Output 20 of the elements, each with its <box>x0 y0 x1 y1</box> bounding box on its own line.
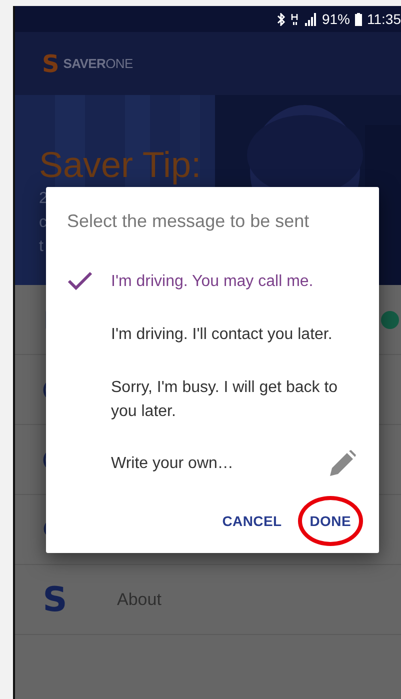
logo-icon: S <box>42 582 68 616</box>
clock-time: 11:35 <box>367 11 401 27</box>
message-option[interactable]: I'm driving. I'll contact you later. <box>111 323 332 347</box>
tip-text: t <box>39 237 44 257</box>
logo-mark: S <box>42 50 60 78</box>
bluetooth-icon <box>276 12 286 26</box>
tip-text: c <box>39 213 47 233</box>
message-option[interactable]: I'm driving. You may call me. <box>111 270 314 294</box>
network-icon <box>290 13 299 25</box>
logo-text: SAVERONE <box>63 56 133 71</box>
battery-percent: 91% <box>322 11 350 27</box>
tip-title: Saver Tip: <box>39 143 202 187</box>
signal-icon <box>304 12 317 26</box>
battery-icon <box>355 12 362 26</box>
dialog-button[interactable]: CANCEL <box>216 505 288 537</box>
message-option[interactable]: Sorry, I'm busy. I will get back to you later. <box>111 376 361 424</box>
write-own-option[interactable]: Write your own… <box>111 452 234 476</box>
dialog-title: Select the message to be sent <box>67 211 310 232</box>
pencil-icon[interactable] <box>327 449 357 479</box>
dialog-button[interactable]: DONE <box>304 505 357 537</box>
